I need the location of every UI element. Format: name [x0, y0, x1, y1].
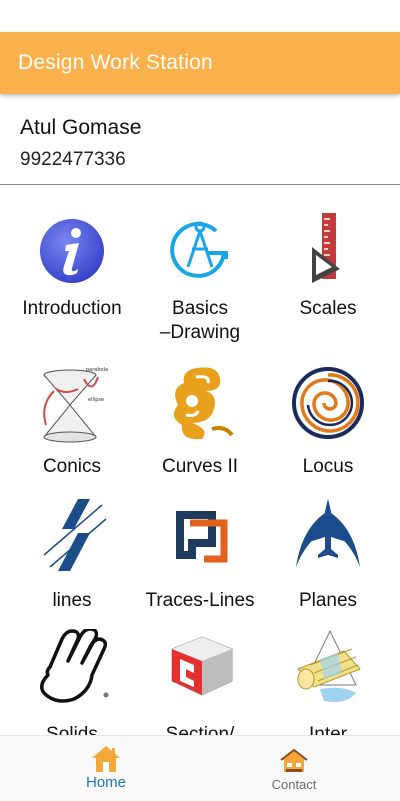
app-bar: Design Work Station [0, 32, 400, 94]
home-icon [90, 744, 122, 774]
tile-traces-lines[interactable]: Traces-Lines [136, 497, 264, 611]
cone-icon: parabola ellipse [32, 365, 112, 445]
tile-label: Scales [299, 298, 357, 319]
bottom-navigation: Home Contact [0, 735, 400, 801]
tile-label: Introduction [22, 298, 122, 319]
tile-label: Locus [302, 456, 354, 477]
lines-icon [34, 497, 110, 573]
nav-contact-label: Contact [271, 777, 317, 792]
airplane-icon [290, 497, 366, 573]
status-bar [0, 0, 400, 32]
nav-home-label: Home [85, 774, 126, 791]
svg-text:ellipse: ellipse [88, 397, 104, 403]
tile-label: Inter [308, 724, 348, 735]
tile-solids[interactable]: Solids [8, 629, 136, 735]
topic-grid: Introduction Basics –Drawing Scales para… [0, 185, 400, 735]
tile-inter[interactable]: Inter [264, 629, 392, 735]
tile-section[interactable]: Section/ [136, 629, 264, 735]
profile-header: Atul Gomase 9922477336 [0, 94, 400, 184]
svg-text:parabola: parabola [86, 367, 108, 373]
contact-house-icon [279, 748, 309, 774]
tile-label: Planes [298, 590, 358, 611]
tile-conics[interactable]: parabola ellipse Conics [8, 365, 136, 477]
tile-scales[interactable]: Scales [264, 213, 392, 353]
tile-label: lines [52, 590, 92, 611]
nav-contact[interactable]: Contact [194, 736, 394, 801]
user-phone: 9922477336 [20, 149, 126, 170]
traces-icon [162, 497, 238, 573]
user-name: Atul Gomase [20, 116, 142, 139]
tile-label: Section/ [165, 724, 235, 735]
tile-label: Basics –Drawing [159, 298, 241, 343]
tile-label: Conics [42, 456, 102, 477]
tile-label: Curves II [161, 456, 239, 477]
tile-basics-drawing[interactable]: Basics –Drawing [136, 213, 264, 373]
info-icon [34, 213, 110, 289]
tile-lines[interactable]: lines [8, 497, 136, 611]
tile-label: Solids [46, 724, 98, 735]
scale-ruler-icon [290, 213, 366, 289]
tile-label: Traces-Lines [145, 590, 255, 611]
compass-icon [162, 213, 238, 289]
app-title: Design Work Station [18, 51, 213, 74]
tile-curves-ii[interactable]: Curves II [136, 365, 264, 477]
intersection-icon [290, 629, 366, 705]
tile-locus[interactable]: Locus [264, 365, 392, 477]
section-block-icon [162, 629, 238, 705]
hand-icon [34, 629, 110, 705]
nav-home[interactable]: Home [6, 736, 206, 801]
french-curve-icon [162, 365, 238, 441]
tile-introduction[interactable]: Introduction [8, 213, 136, 353]
tile-planes[interactable]: Planes [264, 497, 392, 611]
spiral-icon [290, 365, 366, 441]
